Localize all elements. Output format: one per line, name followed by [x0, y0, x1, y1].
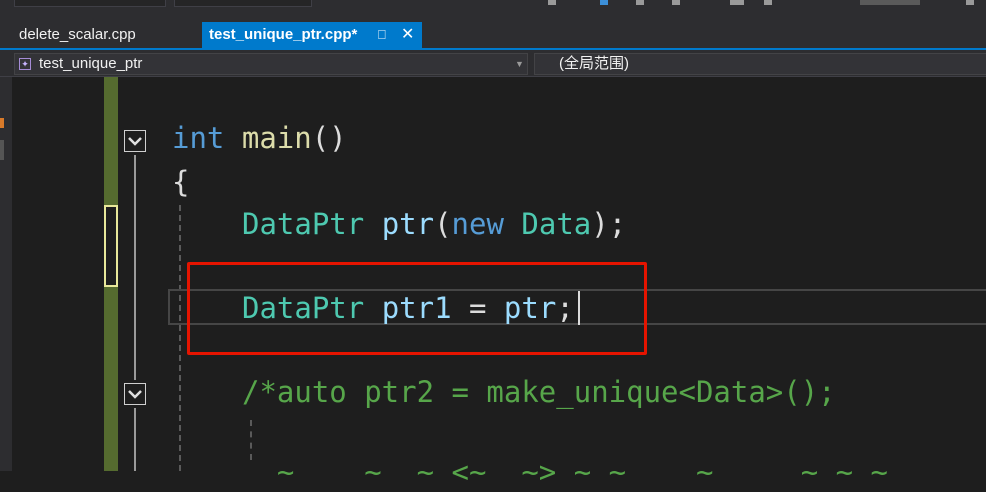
code-line[interactable]: {: [172, 162, 189, 202]
type-name: DataPtr: [242, 207, 365, 241]
toolbar-icon[interactable]: [636, 0, 644, 5]
pin-icon[interactable]: ⎕: [378, 22, 386, 48]
toolbar-icon[interactable]: [764, 0, 772, 5]
toolbar-icon[interactable]: [966, 0, 974, 5]
code-line[interactable]: DataPtr ptr(new Data);: [242, 204, 626, 244]
punctuation: );: [591, 207, 627, 241]
class-icon: ✦: [19, 58, 31, 70]
keyword: new: [451, 207, 504, 241]
side-panel-strip: [0, 77, 12, 471]
outline-line: [134, 155, 136, 380]
variable: ptr: [381, 207, 435, 241]
punctuation: (): [311, 121, 347, 155]
scope-dropdown[interactable]: ✦ test_unique_ptr ▼: [14, 53, 528, 75]
type-name: Data: [521, 207, 592, 241]
toolbar-control[interactable]: [14, 0, 166, 7]
line-number-margin: [12, 77, 54, 471]
brace: {: [172, 165, 190, 199]
code-line[interactable]: int main(): [172, 118, 347, 158]
side-marker: [0, 118, 4, 128]
toolbar-control[interactable]: [860, 0, 920, 5]
unsaved-change-marker: [104, 205, 118, 287]
code-comment[interactable]: /*auto ptr2 = make_unique<Data>();: [242, 372, 836, 412]
highlight-annotation-box: [187, 262, 647, 355]
code-comment-partial[interactable]: ~ ~ ~ <~ ~> ~ ~ ~ ~ ~ ~: [242, 452, 888, 492]
tab-label: test_unique_ptr.cpp*: [209, 26, 358, 43]
side-marker: [0, 140, 4, 160]
toolbar-icon[interactable]: [672, 0, 680, 5]
function-name: main: [241, 121, 312, 155]
tab-test-unique-ptr[interactable]: test_unique_ptr.cpp* ⎕ ✕: [202, 22, 422, 48]
outline-line: [134, 408, 136, 471]
tab-label: delete_scalar.cpp: [19, 26, 136, 43]
scope-dropdown-value: test_unique_ptr: [39, 55, 143, 72]
chevron-down-icon: ▼: [515, 59, 524, 69]
close-icon[interactable]: ✕: [401, 22, 414, 48]
indent-guide: [179, 205, 181, 471]
member-dropdown-value: (全局范围): [559, 55, 629, 72]
collapse-icon[interactable]: [124, 130, 146, 152]
tab-delete-scalar[interactable]: delete_scalar.cpp: [10, 22, 195, 48]
collapse-icon[interactable]: [124, 383, 146, 405]
punctuation: (: [434, 207, 452, 241]
toolbar-icon[interactable]: [548, 0, 556, 5]
toolbar-icon[interactable]: [730, 0, 744, 5]
toolbar-icon[interactable]: [600, 0, 608, 5]
toolbar-control[interactable]: [174, 0, 312, 7]
member-dropdown[interactable]: (全局范围): [534, 53, 986, 75]
keyword: int: [172, 121, 225, 155]
